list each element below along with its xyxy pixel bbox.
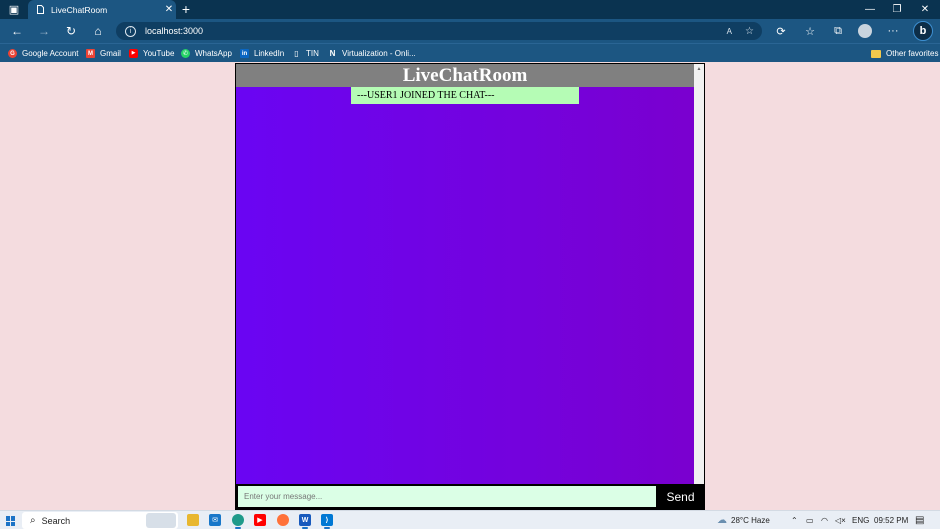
search-highlight-icon [146, 513, 176, 528]
scrollbar[interactable]: ▲ [694, 64, 704, 484]
search-label: Search [41, 515, 71, 526]
message-list[interactable]: ---USER1 JOINED THE CHAT--- [236, 87, 694, 484]
bookmark-linkedin[interactable]: in LinkedIn [240, 47, 284, 60]
add-favorite-icon[interactable]: ☆ [745, 26, 754, 37]
chat-window: LiveChatRoom ---USER1 JOINED THE CHAT---… [235, 63, 705, 510]
bookmark-label: Gmail [100, 49, 121, 58]
message-composer: Send [236, 484, 704, 509]
url-text[interactable]: localhost:3000 [145, 26, 203, 36]
close-window-icon[interactable]: ✕ [912, 1, 938, 17]
weather-text: 28°C Haze [731, 516, 770, 525]
page-icon [37, 5, 44, 14]
youtube-app-icon[interactable]: ▶ [254, 514, 266, 526]
linkedin-icon: in [240, 49, 249, 58]
firefox-icon[interactable] [277, 514, 289, 526]
extensions-icon[interactable]: ⟳ [774, 24, 788, 38]
clock[interactable]: 09:52 PM [874, 514, 908, 527]
bookmark-youtube[interactable]: ▶ YouTube [129, 47, 174, 60]
edge-icon[interactable] [232, 514, 244, 529]
browser-tab-bar: ▣ LiveChatRoom ✕ + — ❐ ✕ [0, 0, 940, 19]
vscode-icon[interactable]: ⟩ [321, 514, 333, 529]
youtube-icon: ▶ [129, 49, 138, 58]
close-tab-icon[interactable]: ✕ [162, 4, 176, 15]
minimize-icon[interactable]: — [857, 1, 883, 17]
restore-icon[interactable]: ❐ [884, 1, 910, 17]
windows-taskbar: ⌕ Search ✉ ▶ W ⟩ ☁ 28°C Haze ⌃ ▭ ◠ ◁× EN… [0, 510, 940, 529]
bookmark-label: Google Account [22, 49, 79, 58]
taskbar-search[interactable]: ⌕ Search [22, 512, 178, 529]
more-options-icon[interactable]: ··· [886, 24, 900, 38]
new-tab-button[interactable]: + [178, 1, 194, 17]
bookmark-label: WhatsApp [195, 49, 232, 58]
read-aloud-icon[interactable]: A [727, 27, 732, 36]
bookmark-label: YouTube [143, 49, 175, 58]
bing-icon[interactable]: b [913, 21, 933, 41]
language-indicator[interactable]: ENG [852, 514, 869, 527]
google-icon: G [8, 49, 17, 58]
other-favorites-label: Other favorites [886, 49, 939, 58]
bookmark-whatsapp[interactable]: ✆ WhatsApp [181, 47, 232, 60]
page-viewport: LiveChatRoom ---USER1 JOINED THE CHAT---… [0, 62, 940, 510]
show-hidden-icons-icon[interactable]: ⌃ [791, 514, 798, 527]
battery-icon[interactable]: ▭ [806, 514, 814, 527]
favorites-icon[interactable]: ☆ [803, 24, 817, 38]
scroll-up-icon[interactable]: ▲ [694, 64, 704, 74]
send-button[interactable]: Send [657, 484, 704, 509]
folder-icon [871, 49, 881, 58]
other-favorites[interactable]: Other favorites [871, 47, 938, 60]
notion-icon: N [329, 48, 336, 58]
search-icon: ⌕ [30, 515, 36, 526]
message-input[interactable] [238, 486, 656, 507]
bookmark-google-account[interactable]: G Google Account [8, 47, 78, 60]
windows-start-icon[interactable] [6, 516, 16, 526]
refresh-icon[interactable]: ↻ [62, 23, 80, 39]
word-icon[interactable]: W [299, 514, 311, 529]
system-message: ---USER1 JOINED THE CHAT--- [351, 87, 579, 104]
tab-title: LiveChatRoom [51, 4, 108, 15]
wifi-icon[interactable]: ◠ [821, 514, 828, 527]
address-toolbar: ← → ↻ ⌂ i localhost:3000 A ☆ ⟳ ☆ ⧉ ··· [0, 19, 940, 43]
forward-icon[interactable]: → [35, 23, 53, 39]
info-icon[interactable]: i [125, 25, 136, 37]
mail-icon[interactable]: ✉ [209, 514, 221, 526]
tab-actions-icon[interactable]: ▣ [6, 2, 22, 17]
address-bar[interactable]: i localhost:3000 A ☆ [116, 22, 762, 40]
page-icon: ▯ [294, 48, 299, 58]
bookmark-gmail[interactable]: M Gmail [86, 47, 121, 60]
weather-icon: ☁ [717, 515, 727, 526]
bookmark-label: TIN [306, 49, 319, 58]
chat-title: LiveChatRoom [236, 64, 694, 87]
bookmark-label: LinkedIn [254, 49, 285, 58]
profile-avatar[interactable] [858, 24, 872, 38]
back-icon[interactable]: ← [8, 23, 26, 39]
browser-tab-livechatroom[interactable]: LiveChatRoom ✕ [28, 0, 176, 19]
favorites-bar: G Google Account M Gmail ▶ YouTube ✆ Wha… [0, 43, 940, 63]
bookmark-virtualization[interactable]: N Virtualization - Onli... [328, 47, 416, 60]
bookmark-label: Virtualization - Onli... [342, 49, 416, 58]
whatsapp-icon: ✆ [181, 49, 190, 58]
weather-widget[interactable]: ☁ 28°C Haze [717, 514, 770, 527]
notifications-icon[interactable]: ▤ [915, 514, 924, 527]
bookmark-tin[interactable]: ▯ TIN [292, 47, 319, 60]
file-explorer-icon[interactable] [187, 514, 199, 526]
volume-icon[interactable]: ◁× [835, 514, 846, 527]
home-icon[interactable]: ⌂ [89, 23, 107, 39]
collections-icon[interactable]: ⧉ [831, 24, 845, 38]
gmail-icon: M [86, 49, 95, 58]
